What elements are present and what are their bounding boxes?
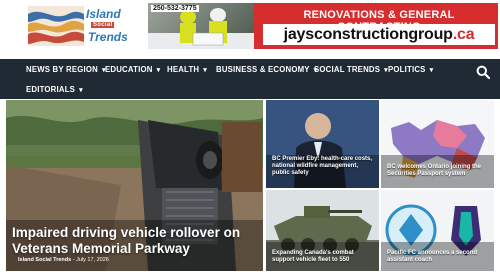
header-ad-banner[interactable]: 250-532-3775 RENOVATIONS & GENERAL CONTR…: [148, 3, 498, 49]
card-title[interactable]: BC welcomes Ontario joining the Securiti…: [387, 164, 491, 178]
nav-item-politics[interactable]: POLITICS ▾: [388, 65, 433, 74]
logo-word-1: Island: [86, 7, 121, 21]
ad-domain-suffix: .ca: [452, 26, 475, 43]
nav-item-label: NEWS BY REGION: [26, 65, 98, 74]
nav-item-editorials[interactable]: EDITORIALS ▾: [26, 85, 83, 94]
nav-item-education[interactable]: EDUCATION ▾: [105, 65, 160, 74]
nav-item-label: HEALTH: [167, 65, 200, 74]
feature-date: July 17, 2026: [76, 257, 109, 263]
ad-phone-number: 250-532-3775: [151, 5, 199, 12]
logo-word-3: Trends: [88, 30, 128, 44]
ad-domain: jaysconstructiongroup.ca: [263, 24, 495, 45]
card-title[interactable]: Expanding Canada's combat support vehicl…: [272, 250, 376, 264]
feature-meta: Island Social Trends - July 17, 2026: [18, 257, 109, 263]
nav-item-label: EDUCATION: [105, 65, 153, 74]
logo-word-2: Social: [91, 22, 115, 28]
feature-author[interactable]: Island Social Trends: [18, 257, 71, 263]
nav-item-business-economy[interactable]: BUSINESS & ECONOMY ▾: [216, 65, 317, 74]
page: Island Social Trends 250-532-3775 RENOVA…: [0, 0, 500, 275]
nav-item-news-by-region[interactable]: NEWS BY REGION ▾: [26, 65, 106, 74]
nav-item-label: SOCIAL TRENDS: [314, 65, 381, 74]
feature-title[interactable]: Impaired driving vehicle rollover on Vet…: [12, 225, 242, 257]
chevron-down-icon: ▾: [79, 87, 83, 94]
card-title[interactable]: BC Premier Eby: health-care costs, natio…: [272, 156, 376, 177]
search-icon[interactable]: [476, 65, 490, 79]
chevron-down-icon: ▾: [156, 67, 161, 74]
ad-domain-prefix: jays: [283, 26, 315, 43]
chevron-down-icon: ▾: [203, 67, 207, 74]
nav-item-label: EDITORIALS: [26, 85, 76, 94]
card-title[interactable]: Pacific FC announces a second assistant …: [387, 250, 491, 264]
nav-item-health[interactable]: HEALTH ▾: [167, 65, 207, 74]
site-header: Island Social Trends 250-532-3775 RENOVA…: [0, 0, 500, 52]
main-nav: NEWS BY REGION ▾ EDUCATION ▾ HEALTH ▾ BUSIN…: [0, 59, 500, 99]
site-logo[interactable]: Island Social Trends: [28, 4, 128, 48]
nav-item-social-trends[interactable]: SOCIAL TRENDS ▾: [314, 65, 388, 74]
ad-domain-main: constructiongroup: [313, 26, 453, 43]
nav-item-label: POLITICS: [388, 65, 426, 74]
nav-item-label: BUSINESS & ECONOMY: [216, 65, 310, 74]
chevron-down-icon: ▾: [429, 67, 434, 74]
